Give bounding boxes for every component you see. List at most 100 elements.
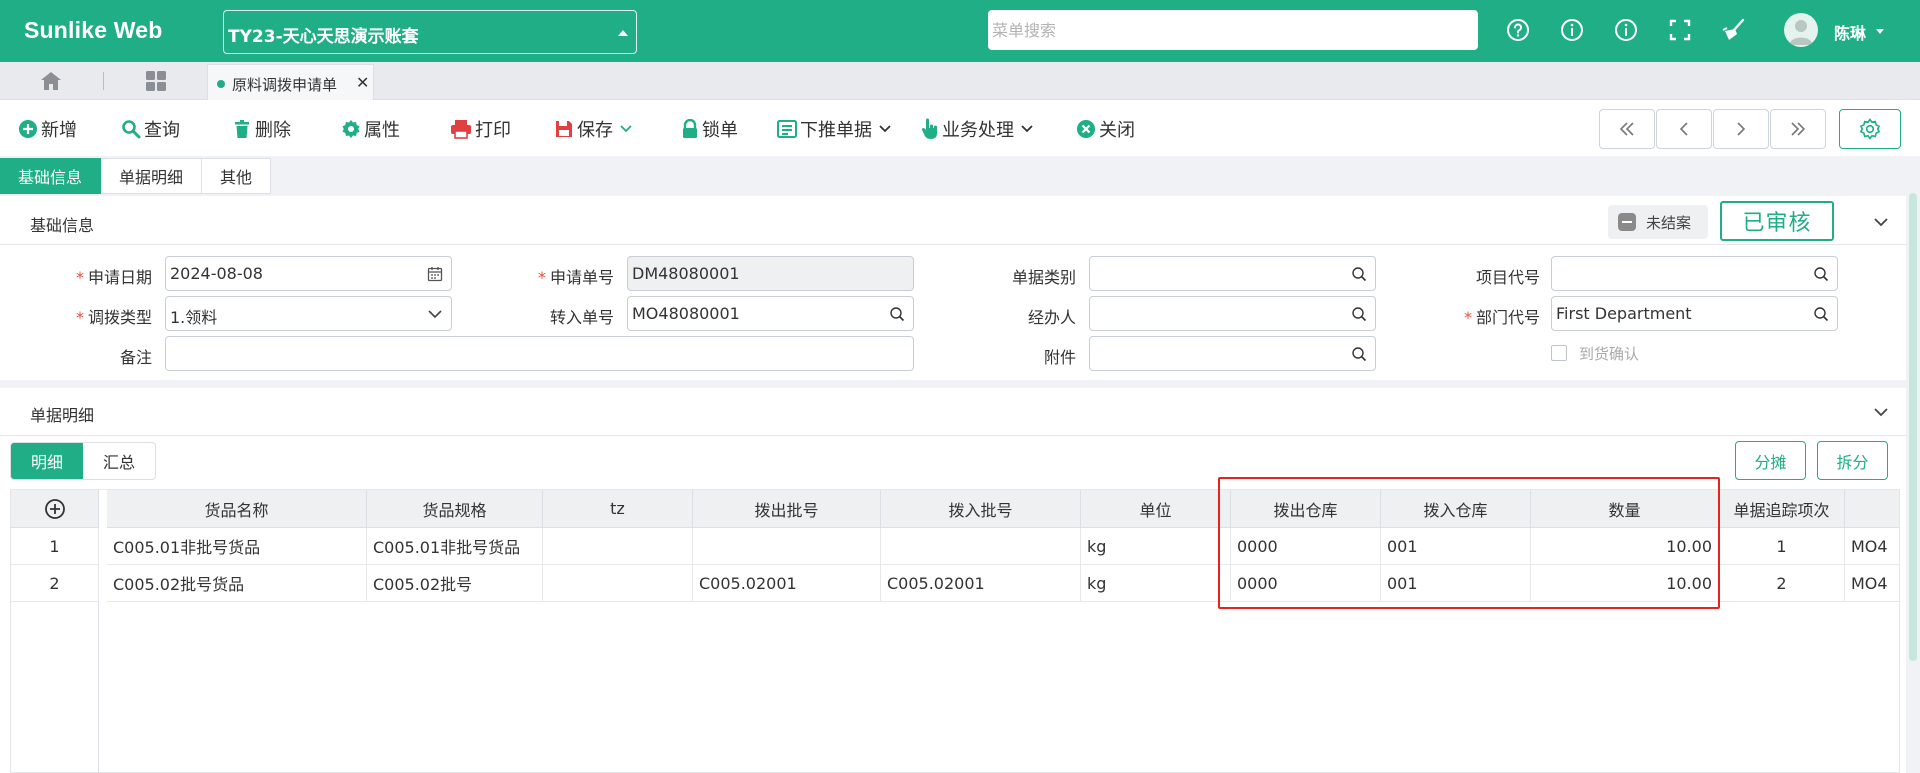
account-set-selector[interactable]: TY23-天心天思演示账套 [223,10,637,54]
search-icon[interactable] [1813,306,1829,322]
first-record-button[interactable] [1599,109,1655,149]
top-bar: Sunlike Web TY23-天心天思演示账套 陈琳 [0,0,1920,62]
search-icon[interactable] [1351,266,1367,282]
chevron-down-icon[interactable] [619,124,633,134]
close-tab-icon[interactable]: ✕ [356,73,369,92]
table-cell[interactable]: 2 [1719,565,1845,602]
delete-button[interactable]: 删除 [232,116,291,142]
handler-label: 经办人 [1027,308,1076,327]
table-cell[interactable]: C005.02批号货品 [107,565,367,602]
lock-icon [683,119,697,138]
table-cell[interactable]: kg [1081,528,1231,565]
tab-doc-detail[interactable]: 单据明细 [101,158,203,194]
business-process-button[interactable]: 业务处理 [921,116,1037,142]
caret-down-icon[interactable] [1876,29,1884,34]
remark-label: 备注 [119,348,152,367]
attach-field[interactable] [1089,336,1376,371]
chevron-down-icon[interactable] [1020,124,1034,134]
table-cell[interactable] [881,528,1081,565]
remark-field[interactable] [165,336,914,371]
last-record-button[interactable] [1770,109,1826,149]
menu-search[interactable] [988,10,1478,50]
table-cell[interactable]: C005.01非批号货品 [367,528,543,565]
arrival-confirm-label: 到货确认 [1579,345,1640,363]
search-icon[interactable] [1813,266,1829,282]
col-header-trace[interactable]: 单据追踪项次 [1719,490,1845,528]
avatar[interactable] [1784,13,1818,47]
settings-button[interactable] [1839,109,1901,149]
project-field[interactable] [1551,256,1838,291]
col-header-name[interactable]: 货品名称 [107,490,367,528]
properties-button[interactable]: 属性 [341,116,400,142]
table-cell[interactable] [543,528,693,565]
col-header-unit[interactable]: 单位 [1081,490,1231,528]
status-text: 未结案 [1646,213,1692,232]
add-row-icon[interactable] [44,498,66,520]
previous-record-button[interactable] [1656,109,1712,149]
apps-grid-icon[interactable] [142,69,170,93]
table-cell[interactable]: C005.02001 [881,565,1081,602]
tab-other[interactable]: 其他 [202,158,272,194]
save-button[interactable]: 保存 [554,116,636,142]
fullscreen-icon[interactable] [1666,16,1694,44]
col-header-extra[interactable] [1845,490,1899,528]
search-icon[interactable] [1351,346,1367,362]
col-header-out-batch[interactable]: 拨出批号 [693,490,881,528]
collapse-chevron-icon[interactable] [1871,212,1891,232]
allocate-button[interactable]: 分摊 [1735,441,1806,480]
divider [0,244,1906,245]
push-down-button[interactable]: 下推单据 [777,116,895,142]
apply-date-field[interactable]: 2024-08-08 [165,256,452,291]
page-tab-bar: 原料调拨申请单 ✕ [0,62,1920,100]
tab-transfer-request[interactable]: 原料调拨申请单 ✕ [207,64,374,100]
info-icon[interactable] [1558,16,1586,44]
handler-field[interactable] [1089,296,1376,331]
arrival-confirm-checkbox[interactable] [1551,345,1567,361]
tab-basic-info[interactable]: 基础信息 [0,158,102,194]
lock-button[interactable]: 锁单 [681,116,738,142]
transfer-type-select[interactable]: 1.领料 [165,296,452,331]
table-cell[interactable]: C005.01非批号货品 [107,528,367,565]
table-cell[interactable]: kg [1081,565,1231,602]
table-cell[interactable]: MO4 [1845,565,1899,602]
dept-field[interactable]: First Department [1551,296,1838,331]
about-icon[interactable] [1612,16,1640,44]
chevron-down-icon[interactable] [878,124,892,134]
doc-type-field[interactable] [1089,256,1376,291]
subtab-summary[interactable]: 汇总 [83,443,155,479]
calendar-icon[interactable] [427,266,443,282]
apply-no-field: DM48080001 [627,256,914,291]
table-cell[interactable]: MO4 [1845,528,1899,565]
search-icon[interactable] [1351,306,1367,322]
tab-label: 原料调拨申请单 [232,76,338,94]
caret-up-icon [618,30,628,36]
col-header-in-batch[interactable]: 拨入批号 [881,490,1081,528]
in-no-field[interactable]: MO48080001 [627,296,914,331]
col-header-tz[interactable]: tz [543,490,693,528]
next-record-button[interactable] [1713,109,1769,149]
new-button[interactable]: 新增 [18,116,77,142]
table-cell[interactable]: C005.02001 [693,565,881,602]
vertical-scrollbar[interactable] [1909,193,1917,661]
split-button[interactable]: 拆分 [1817,441,1888,480]
search-icon[interactable] [889,306,905,322]
printer-icon [451,120,471,139]
menu-search-input[interactable] [992,18,1462,42]
broom-icon[interactable] [1720,16,1748,44]
close-button[interactable]: 关闭 [1076,116,1135,142]
chevron-down-icon[interactable] [427,306,443,322]
table-cell[interactable]: 1 [1719,528,1845,565]
table-cell[interactable] [543,565,693,602]
print-button[interactable]: 打印 [450,116,511,142]
table-cell[interactable]: C005.02批号 [367,565,543,602]
col-header-spec[interactable]: 货品规格 [367,490,543,528]
query-button[interactable]: 查询 [121,116,180,142]
help-icon[interactable] [1504,16,1532,44]
home-icon[interactable] [36,69,66,93]
gear-icon [342,120,360,138]
subtab-detail[interactable]: 明细 [11,443,83,479]
hand-pointer-icon [921,118,937,139]
collapse-chevron-icon[interactable] [1871,402,1891,422]
table-cell[interactable] [693,528,881,565]
user-name[interactable]: 陈琳 [1834,20,1866,44]
